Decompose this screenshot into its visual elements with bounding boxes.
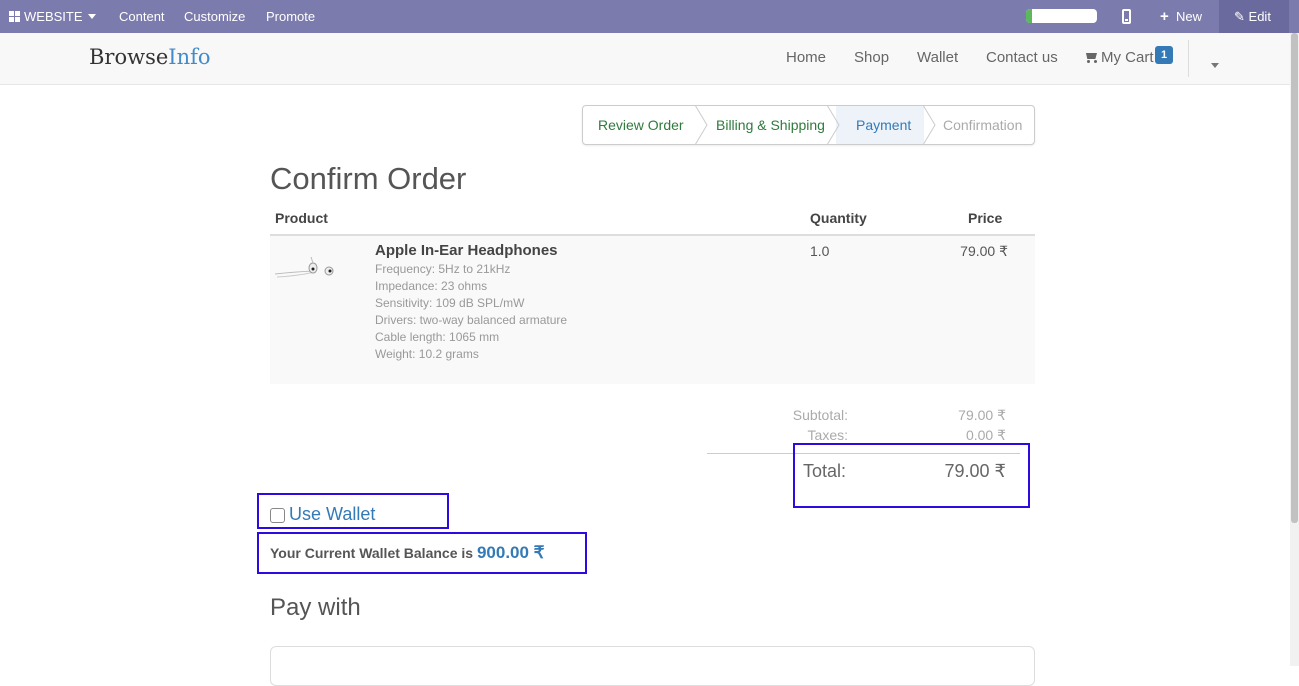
- site-header: BrowseInfo Home Shop Wallet Contact us M…: [0, 33, 1290, 85]
- website-menu[interactable]: WEBSITE: [9, 0, 96, 33]
- logo-part-info: Info: [168, 45, 211, 69]
- step-review-order[interactable]: Review Order: [598, 106, 684, 144]
- new-button-label: New: [1176, 9, 1203, 24]
- edit-button[interactable]: ✎ Edit: [1234, 0, 1271, 33]
- total-highlight-box: [793, 443, 1030, 508]
- content-menu[interactable]: Content: [119, 0, 165, 33]
- caret-down-icon: [1211, 63, 1219, 68]
- taxes-value: 0.00 ₹: [965, 427, 1006, 443]
- plus-icon: +: [1160, 8, 1169, 25]
- column-header-quantity: Quantity: [810, 210, 867, 226]
- grid-icon: [9, 11, 20, 22]
- product-spec-line: Cable length: 1065 mm: [375, 330, 500, 344]
- nav-wallet[interactable]: Wallet: [917, 49, 958, 66]
- product-spec-line: Frequency: 5Hz to 21kHz: [375, 262, 511, 276]
- nav-shop[interactable]: Shop: [854, 49, 889, 66]
- pay-with-heading: Pay with: [270, 594, 361, 621]
- pencil-icon: ✎: [1234, 9, 1245, 24]
- nav-my-cart[interactable]: My Cart: [1084, 49, 1154, 66]
- column-header-price: Price: [968, 210, 1003, 226]
- step-separator-icon: [826, 105, 840, 145]
- product-spec-line: Impedance: 23 ohms: [375, 279, 488, 293]
- step-billing-shipping[interactable]: Billing & Shipping: [716, 106, 825, 144]
- edit-button-label: Edit: [1248, 9, 1271, 24]
- logo-part-browse: Browse: [89, 45, 169, 69]
- caret-down-icon: [87, 14, 96, 19]
- use-wallet-highlight-box: [257, 493, 449, 529]
- product-description: Frequency: 5Hz to 21kHz Impedance: 23 oh…: [375, 261, 567, 363]
- wallet-balance-highlight-box: [257, 532, 587, 574]
- payment-methods-panel: [270, 646, 1035, 686]
- new-button[interactable]: + New: [1160, 0, 1202, 33]
- subtotal-value: 79.00 ₹: [958, 407, 1006, 423]
- promote-menu[interactable]: Promote: [266, 0, 315, 33]
- taxes-label: Taxes:: [807, 427, 848, 443]
- nav-contact[interactable]: Contact us: [986, 49, 1058, 66]
- website-menu-label: WEBSITE: [24, 9, 83, 24]
- step-confirmation: Confirmation: [943, 117, 1023, 133]
- product-spec-line: Weight: 10.2 grams: [375, 347, 479, 361]
- column-header-product: Product: [275, 210, 328, 226]
- product-quantity: 1.0: [810, 243, 830, 259]
- publish-toggle[interactable]: [1026, 9, 1097, 23]
- step-separator-icon: [922, 105, 936, 145]
- product-price: 79.00 ₹: [960, 243, 1008, 259]
- nav-divider: [1188, 40, 1189, 77]
- shopping-cart-icon: [1084, 52, 1098, 63]
- scrollbar-thumb[interactable]: [1291, 33, 1298, 523]
- page-title: Confirm Order: [270, 161, 467, 196]
- nav-my-cart-label: My Cart: [1101, 49, 1154, 66]
- product-spec-line: Drivers: two-way balanced armature: [375, 313, 568, 327]
- mobile-preview-icon[interactable]: [1122, 9, 1131, 24]
- step-payment: Payment: [856, 117, 912, 133]
- product-thumbnail[interactable]: [273, 254, 343, 284]
- nav-home[interactable]: Home: [786, 49, 826, 66]
- customize-menu[interactable]: Customize: [184, 0, 245, 33]
- page-scrollbar[interactable]: [1290, 33, 1299, 666]
- admin-bar: WEBSITE Content Customize Promote + New …: [0, 0, 1299, 33]
- cart-count-badge: 1: [1155, 46, 1173, 64]
- product-name[interactable]: Apple In-Ear Headphones: [375, 242, 558, 259]
- step-separator-icon: [694, 105, 708, 145]
- site-logo[interactable]: BrowseInfo: [89, 45, 211, 69]
- product-spec-line: Sensitivity: 109 dB SPL/mW: [375, 296, 525, 310]
- toggle-on-indicator: [1026, 9, 1032, 23]
- subtotal-label: Subtotal:: [792, 407, 848, 423]
- user-menu-dropdown[interactable]: [1206, 57, 1219, 75]
